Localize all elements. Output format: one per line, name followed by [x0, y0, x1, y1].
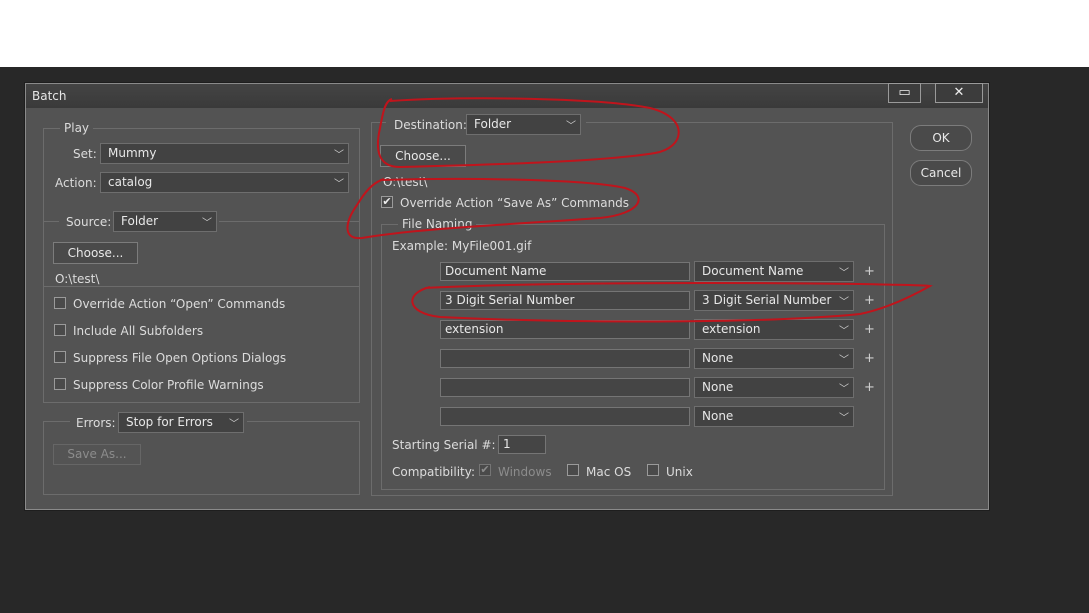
starting-serial-label: Starting Serial #: [392, 438, 496, 452]
source-choose-button[interactable]: Choose... [53, 242, 138, 264]
set-select[interactable]: Mummy ﹀ [100, 143, 349, 164]
naming-select-value-6: None [702, 409, 734, 423]
checkmark-icon: ✔ [382, 195, 392, 208]
source-value: Folder [121, 214, 159, 228]
naming-select-4[interactable]: None ﹀ [694, 348, 854, 369]
windows-label: Windows [498, 465, 552, 479]
unix-label: Unix [666, 465, 693, 479]
naming-select-5[interactable]: None ﹀ [694, 377, 854, 398]
naming-select-value-1: Document Name [702, 264, 804, 278]
suppress-open-dialogs-checkbox[interactable] [54, 351, 66, 363]
action-value: catalog [108, 175, 153, 189]
set-label: Set: [73, 147, 97, 161]
naming-select-1[interactable]: Document Name ﹀ [694, 261, 854, 282]
mac-os-label: Mac OS [586, 465, 632, 479]
naming-select-2[interactable]: 3 Digit Serial Number ﹀ [694, 290, 854, 311]
mac-os-checkbox[interactable] [567, 464, 579, 476]
chevron-down-icon: ﹀ [334, 150, 344, 161]
source-select[interactable]: Folder ﹀ [113, 211, 217, 232]
chevron-down-icon: ﹀ [839, 297, 849, 308]
ok-button[interactable]: OK [910, 125, 972, 151]
chevron-down-icon: ﹀ [839, 268, 849, 279]
errors-select[interactable]: Stop for Errors ﹀ [118, 412, 244, 433]
destination-path: O:\test\ [383, 175, 428, 189]
example-text: Example: MyFile001.gif [392, 239, 532, 253]
override-save-as-label: Override Action “Save As” Commands [400, 196, 630, 210]
play-legend: Play [60, 121, 94, 135]
override-save-as-checkbox[interactable]: ✔ [381, 196, 393, 208]
naming-text-1[interactable]: Document Name [440, 262, 690, 281]
dialog-title: Batch [32, 89, 67, 103]
add-row-icon[interactable]: + [864, 293, 875, 308]
destination-value: Folder [474, 117, 512, 131]
chevron-down-icon: ﹀ [839, 355, 849, 366]
action-label: Action: [55, 176, 97, 190]
chevron-down-icon: ﹀ [334, 179, 344, 190]
include-subfolders-label: Include All Subfolders [73, 324, 204, 338]
naming-select-3[interactable]: extension ﹀ [694, 319, 854, 340]
source-label: Source: [66, 215, 112, 229]
destination-choose-button[interactable]: Choose... [380, 145, 466, 167]
naming-text-2[interactable]: 3 Digit Serial Number [440, 291, 690, 310]
naming-select-value-5: None [702, 380, 734, 394]
naming-text-6[interactable] [440, 407, 690, 426]
starting-serial-input[interactable]: 1 [498, 435, 546, 454]
override-open-checkbox[interactable] [54, 297, 66, 309]
file-naming-legend: File Naming [398, 217, 477, 231]
suppress-color-warnings-label: Suppress Color Profile Warnings [73, 378, 264, 392]
suppress-open-dialogs-label: Suppress File Open Options Dialogs [73, 351, 287, 365]
batch-dialog: Batch ▭ ✕ Play Set: Mummy ﹀ Action: catal… [25, 83, 989, 510]
include-subfolders-checkbox[interactable] [54, 324, 66, 336]
close-icon: ✕ [953, 85, 965, 100]
add-row-icon[interactable]: + [864, 380, 875, 395]
suppress-color-warnings-checkbox[interactable] [54, 378, 66, 390]
restore-button[interactable]: ▭ [888, 83, 921, 103]
close-button[interactable]: ✕ [935, 83, 983, 103]
compatibility-label: Compatibility: [392, 465, 476, 479]
restore-icon: ▭ [898, 85, 911, 100]
destination-select[interactable]: Folder ﹀ [466, 114, 581, 135]
title-bar: Batch ▭ ✕ [26, 83, 988, 108]
errors-save-as-button[interactable]: Save As... [53, 444, 141, 465]
naming-text-4[interactable] [440, 349, 690, 368]
add-row-icon[interactable]: + [864, 264, 875, 279]
chevron-down-icon: ﹀ [229, 419, 239, 430]
naming-select-6[interactable]: None ﹀ [694, 406, 854, 427]
windows-checkbox[interactable]: ✔ [479, 464, 491, 476]
naming-text-5[interactable] [440, 378, 690, 397]
naming-select-value-4: None [702, 351, 734, 365]
chevron-down-icon: ﹀ [202, 218, 212, 229]
action-select[interactable]: catalog ﹀ [100, 172, 349, 193]
add-row-icon[interactable]: + [864, 322, 875, 337]
add-row-icon[interactable]: + [864, 351, 875, 366]
cancel-button[interactable]: Cancel [910, 160, 972, 186]
set-value: Mummy [108, 146, 157, 160]
errors-label: Errors: [76, 416, 116, 430]
override-open-label: Override Action “Open” Commands [73, 297, 286, 311]
source-path: O:\test\ [55, 272, 100, 286]
naming-select-value-3: extension [702, 322, 761, 336]
checkmark-icon: ✔ [480, 463, 490, 476]
chevron-down-icon: ﹀ [566, 121, 576, 132]
chevron-down-icon: ﹀ [839, 384, 849, 395]
errors-value: Stop for Errors [126, 415, 213, 429]
chevron-down-icon: ﹀ [839, 326, 849, 337]
naming-text-3[interactable]: extension [440, 320, 690, 339]
naming-select-value-2: 3 Digit Serial Number [702, 293, 832, 307]
destination-label: Destination: [394, 118, 467, 132]
chevron-down-icon: ﹀ [839, 413, 849, 424]
unix-checkbox[interactable] [647, 464, 659, 476]
